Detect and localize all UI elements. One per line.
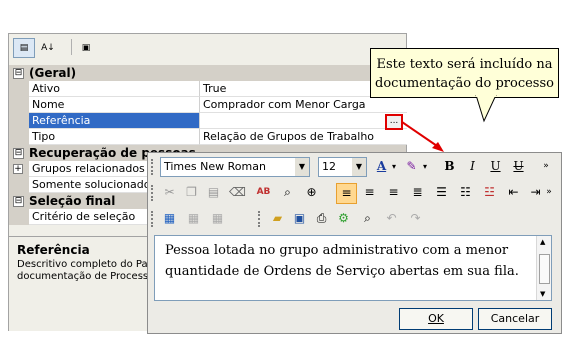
editor-content[interactable]: Pessoa lotada no grupo administrativo co… bbox=[155, 236, 551, 282]
description-title: Referência bbox=[17, 243, 90, 257]
grip-handle[interactable] bbox=[151, 185, 156, 201]
bold-button[interactable]: B bbox=[440, 157, 459, 176]
grip-handle[interactable] bbox=[258, 211, 263, 227]
expand-icon[interactable]: + bbox=[13, 164, 23, 174]
bullet-list-icon[interactable]: ☷ bbox=[456, 183, 475, 202]
print-setup-icon[interactable]: ⚙ bbox=[334, 209, 353, 228]
font-name-value: Times New Roman bbox=[164, 160, 266, 173]
decrease-indent-icon[interactable]: ⇤ bbox=[504, 183, 523, 202]
scroll-down-icon[interactable]: ▼ bbox=[540, 290, 545, 298]
eraser-icon[interactable]: ⌫ bbox=[228, 183, 247, 202]
font-toolbar: Times New Roman ▼ 12 ▼ A ▾ ✎ ▾ B I U U » bbox=[150, 155, 555, 179]
property-row-tipo[interactable]: Tipo Relação de Grupos de Trabalho bbox=[9, 129, 407, 145]
property-name: Nome bbox=[29, 97, 199, 113]
cancel-button[interactable]: Cancelar bbox=[478, 308, 552, 330]
property-value[interactable]: Comprador com Menor Carga bbox=[199, 97, 407, 113]
align-left-icon[interactable]: ≡ bbox=[336, 183, 357, 204]
text-editor-dialog: Times New Roman ▼ 12 ▼ A ▾ ✎ ▾ B I U U »… bbox=[147, 152, 562, 334]
italic-button[interactable]: I bbox=[463, 157, 482, 176]
print-preview-icon[interactable]: ⌕ bbox=[358, 209, 377, 228]
callout-text: Este texto será incluído na documentação… bbox=[375, 57, 554, 91]
font-size-select[interactable]: 12 ▼ bbox=[318, 157, 367, 177]
underline-button[interactable]: U bbox=[486, 157, 505, 176]
toolbar-overflow-icon[interactable]: » bbox=[540, 157, 552, 176]
property-row-ativo[interactable]: Ativo True bbox=[9, 81, 407, 97]
font-color-icon[interactable]: A bbox=[372, 157, 391, 176]
cut-icon[interactable]: ✂ bbox=[160, 183, 179, 202]
zoom-icon[interactable]: ⊕ bbox=[302, 183, 321, 202]
rich-text-editor[interactable]: Pessoa lotada no grupo administrativo co… bbox=[154, 235, 552, 301]
paste-icon[interactable]: ▤ bbox=[204, 183, 223, 202]
vertical-scrollbar[interactable]: ▲ ▼ bbox=[536, 236, 551, 300]
spellcheck-icon[interactable]: AB bbox=[254, 183, 273, 202]
property-row-nome[interactable]: Nome Comprador com Menor Carga bbox=[9, 97, 407, 113]
category-label: (Geral) bbox=[29, 66, 77, 80]
copy-icon[interactable]: ❐ bbox=[182, 183, 201, 202]
multilevel-list-icon[interactable]: ☳ bbox=[480, 183, 499, 202]
collapse-icon[interactable]: ⊟ bbox=[13, 148, 24, 159]
print-icon[interactable]: ⎙ bbox=[312, 209, 331, 228]
callout-note: Este texto será incluído na documentação… bbox=[370, 48, 559, 98]
ok-button[interactable]: OK bbox=[399, 308, 473, 330]
property-pages-icon: ▣ bbox=[81, 43, 91, 53]
highlight-icon[interactable]: ✎ bbox=[402, 157, 421, 176]
chevron-down-icon[interactable]: ▼ bbox=[352, 158, 366, 176]
property-value[interactable] bbox=[199, 113, 407, 129]
sort-alphabetical-button[interactable]: A↓ bbox=[37, 38, 59, 58]
insert-toolbar: ▦ ▦ ▦ ▰ ▣ ⎙ ⚙ ⌕ ↶ ↷ bbox=[150, 207, 555, 231]
collapse-icon[interactable]: ⊟ bbox=[13, 68, 24, 79]
category-label: Seleção final bbox=[29, 194, 116, 208]
description-line-1: Descritivo completo do Pape bbox=[17, 259, 161, 270]
scroll-up-icon[interactable]: ▲ bbox=[540, 238, 545, 246]
grip-handle[interactable] bbox=[151, 211, 156, 227]
property-row-referencia[interactable]: Referência bbox=[9, 113, 407, 129]
property-name: Ativo bbox=[29, 81, 199, 97]
chevron-down-icon[interactable]: ▾ bbox=[390, 157, 398, 176]
sort-az-icon: A↓ bbox=[41, 43, 55, 53]
undo-icon[interactable]: ↶ bbox=[382, 209, 401, 228]
font-name-select[interactable]: Times New Roman ▼ bbox=[160, 157, 310, 177]
property-name: Referência bbox=[29, 113, 199, 129]
justify-icon[interactable]: ≣ bbox=[408, 183, 427, 202]
property-grid-toolbar: ▤ A↓ ▣ bbox=[9, 34, 406, 60]
grip-handle[interactable] bbox=[151, 159, 156, 175]
property-value[interactable]: Relação de Grupos de Trabalho bbox=[199, 129, 407, 145]
redo-icon[interactable]: ↷ bbox=[406, 209, 425, 228]
property-name: Tipo bbox=[29, 129, 199, 145]
align-right-icon[interactable]: ≡ bbox=[384, 183, 403, 202]
scrollbar-thumb[interactable] bbox=[539, 254, 550, 284]
strikethrough-button[interactable]: U bbox=[509, 157, 528, 176]
table-delete-icon[interactable]: ▦ bbox=[208, 209, 227, 228]
align-center-icon[interactable]: ≡ bbox=[360, 183, 379, 202]
open-folder-icon[interactable]: ▰ bbox=[268, 209, 287, 228]
toolbar-overflow-icon[interactable]: » bbox=[544, 183, 554, 202]
callout-pointer bbox=[475, 95, 497, 123]
find-icon[interactable]: ⌕ bbox=[278, 183, 297, 202]
categorized-icon: ▤ bbox=[19, 43, 29, 53]
table-icon[interactable]: ▦ bbox=[160, 209, 179, 228]
edit-toolbar: ✂ ❐ ▤ ⌫ AB ⌕ ⊕ ≡ ≡ ≡ ≣ ☰ ☷ ☳ ⇤ ⇥ » bbox=[150, 181, 555, 205]
font-size-value: 12 bbox=[322, 160, 336, 173]
chevron-down-icon[interactable]: ▾ bbox=[421, 157, 429, 176]
description-line-2: documentação de Processo bbox=[17, 271, 155, 282]
collapse-icon[interactable]: ⊟ bbox=[13, 196, 24, 207]
toolbar-divider bbox=[71, 39, 72, 55]
categorized-view-button[interactable]: ▤ bbox=[13, 38, 35, 58]
category-geral[interactable]: ⊟ (Geral) bbox=[9, 65, 406, 81]
table-insert-icon[interactable]: ▦ bbox=[184, 209, 203, 228]
chevron-down-icon[interactable]: ▼ bbox=[295, 158, 309, 176]
increase-indent-icon[interactable]: ⇥ bbox=[526, 183, 545, 202]
numbered-list-icon[interactable]: ☰ bbox=[432, 183, 451, 202]
save-icon[interactable]: ▣ bbox=[290, 209, 309, 228]
property-pages-button[interactable]: ▣ bbox=[75, 38, 97, 58]
